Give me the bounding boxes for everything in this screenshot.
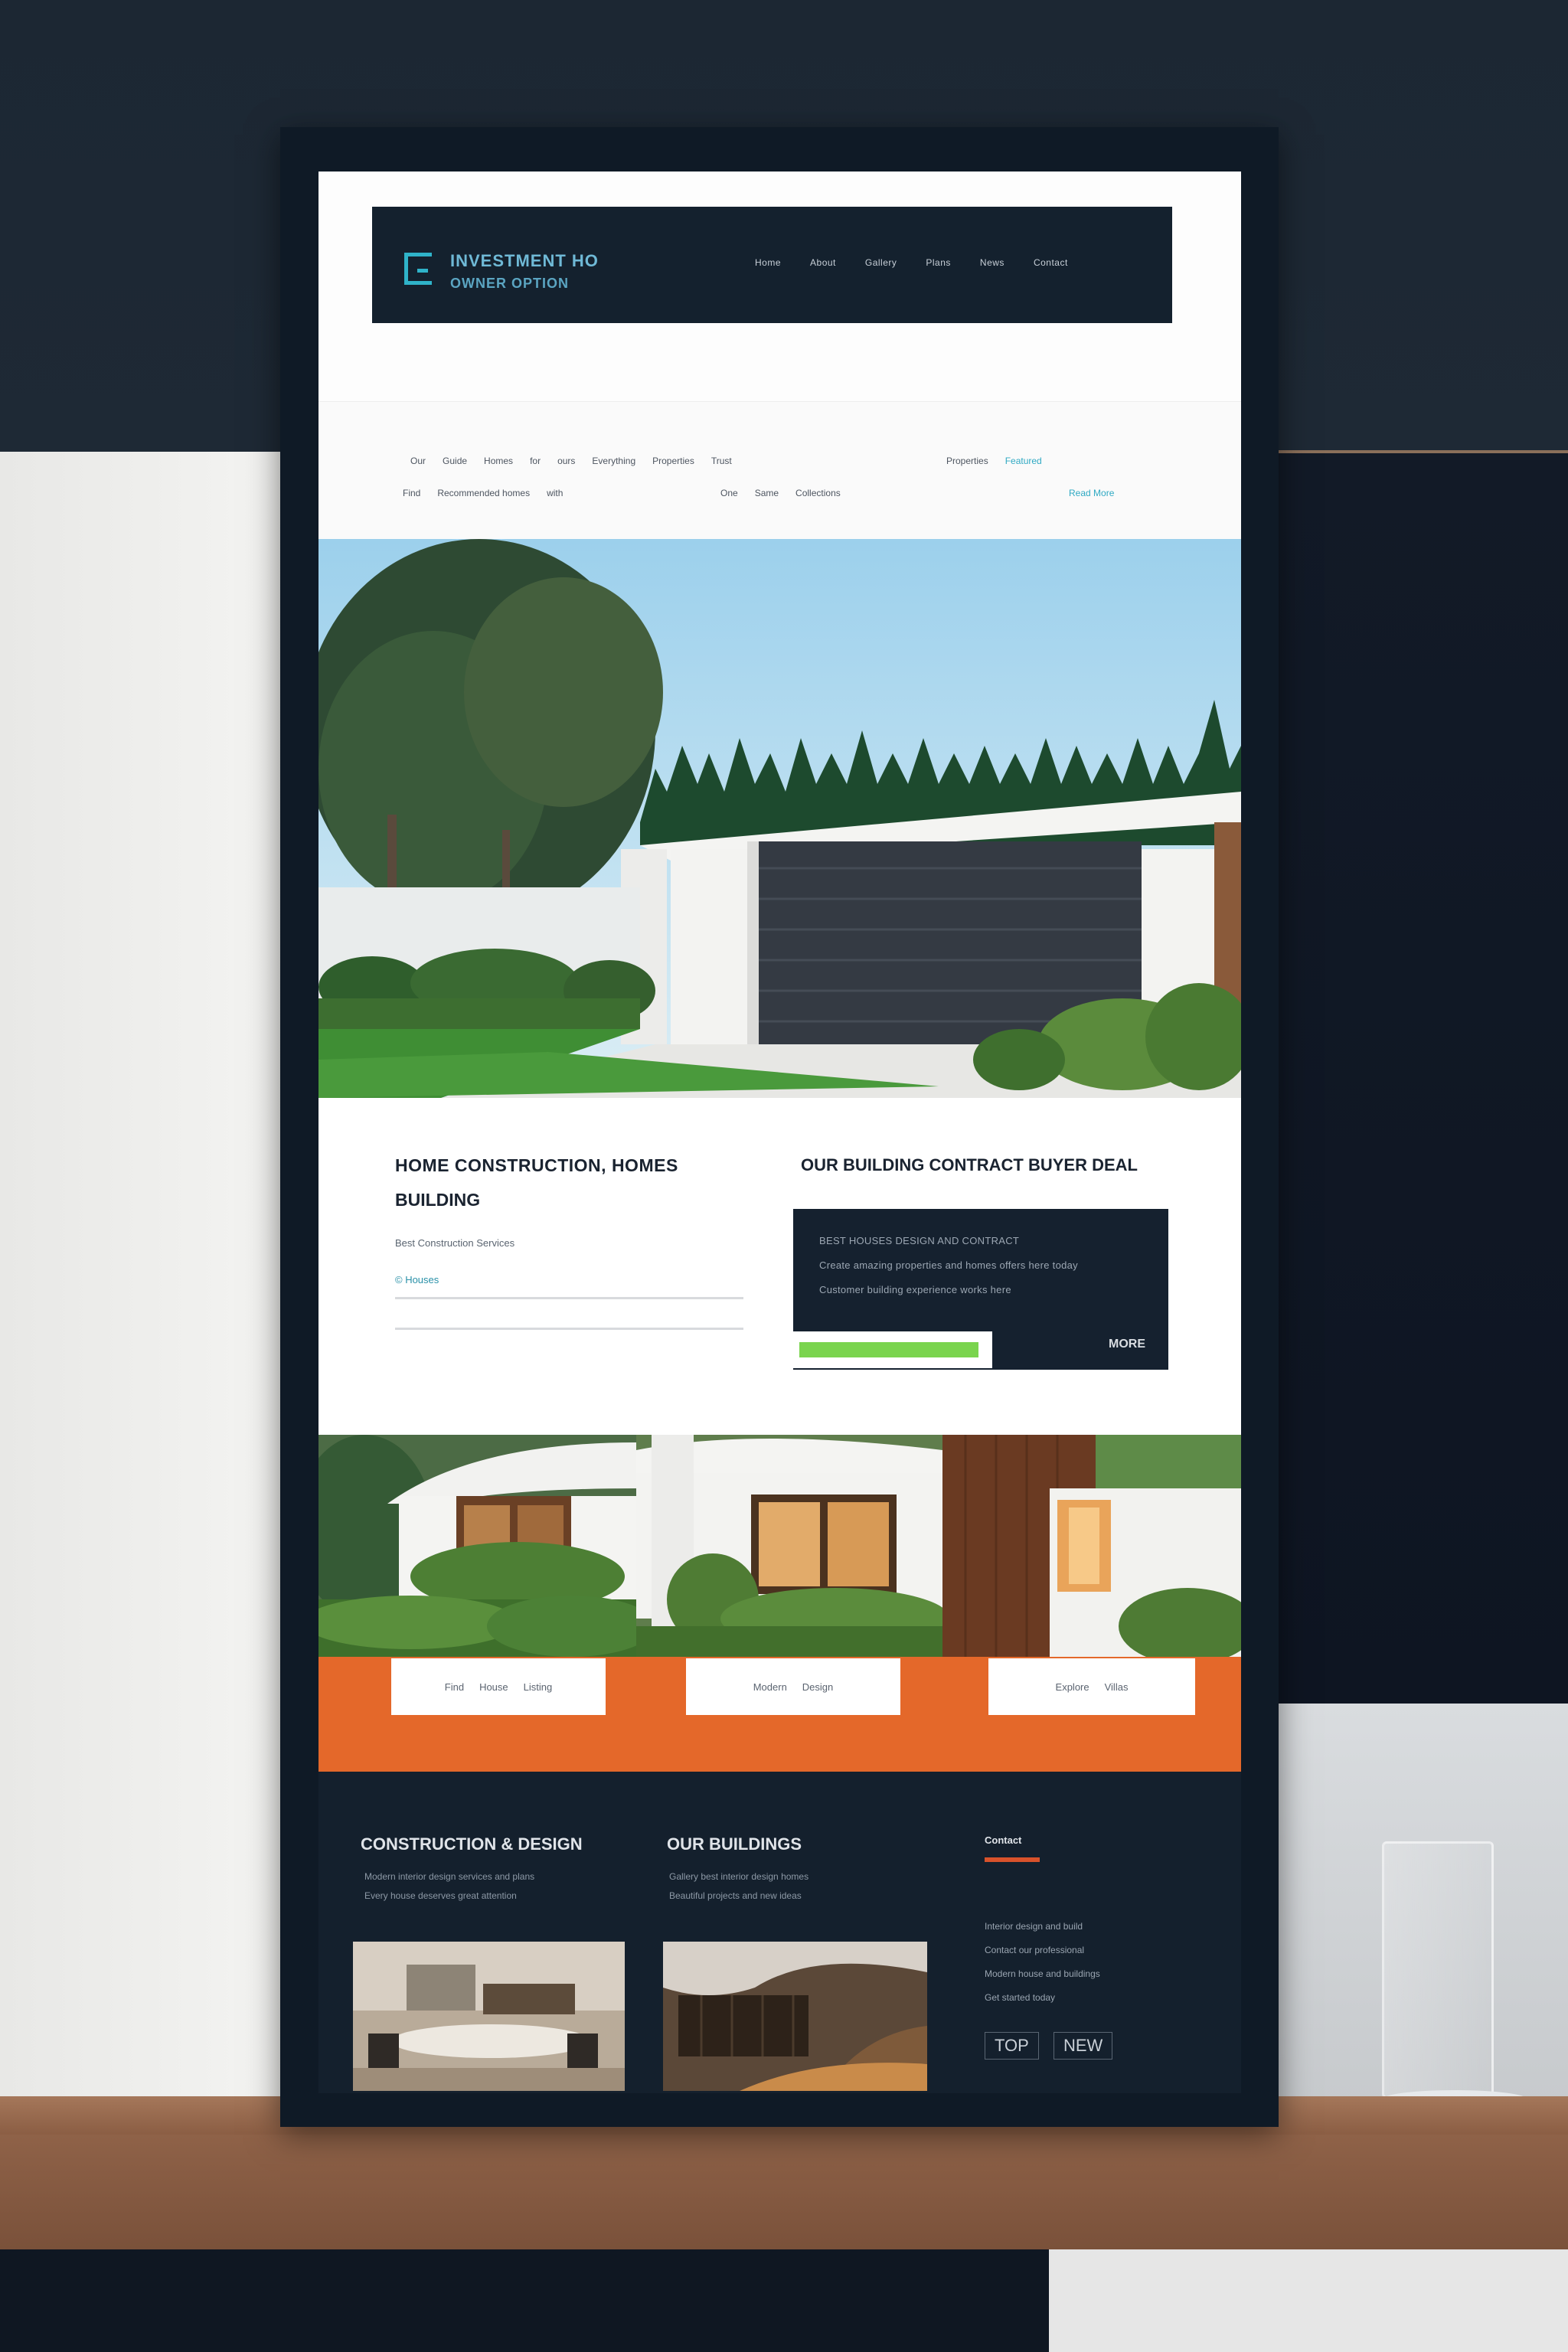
info-row-1-right: Properties Featured <box>946 456 1042 466</box>
footer-col3-text: Interior design and build <box>985 1921 1083 1932</box>
card-image-villa[interactable] <box>942 1435 1241 1657</box>
section-subtitle: Best Construction Services <box>395 1237 515 1249</box>
info-text: Trust <box>710 456 732 466</box>
info-text: with <box>547 488 564 498</box>
nav-item-contact[interactable]: Contact <box>1034 257 1068 268</box>
card-label-text: Villas <box>1104 1681 1129 1693</box>
info-text: ours <box>557 456 576 466</box>
site-header: INVESTMENT HO OWNER OPTION Home About Ga… <box>372 207 1172 323</box>
wooden-shelf-front <box>0 2135 1568 2249</box>
info-row-2-right: Read More <box>1069 488 1114 498</box>
card-label-text: House <box>479 1681 508 1693</box>
promo-text: Customer building experience works here <box>819 1284 1011 1295</box>
nav-item-about[interactable]: About <box>810 257 836 268</box>
footer-col3-text: Modern house and buildings <box>985 1968 1100 1979</box>
info-text: Properties <box>946 456 988 466</box>
glass-object <box>1382 1841 1494 2099</box>
hero-image <box>318 539 1241 1098</box>
footer-col1-text: Modern interior design services and plan… <box>364 1871 535 1882</box>
footer-thumbnail-living[interactable] <box>663 1942 927 2091</box>
footer-col3-text: Get started today <box>985 1992 1056 2003</box>
background-wall-right <box>1271 452 1568 1707</box>
card-label-text: Find <box>444 1681 465 1693</box>
divider <box>395 1328 743 1330</box>
promo-text: BEST HOUSES DESIGN AND CONTRACT <box>819 1235 1020 1246</box>
promo-input-box[interactable] <box>793 1331 992 1368</box>
logo-icon[interactable] <box>404 253 432 285</box>
content-section: HOME CONSTRUCTION, HOMES BUILDING Best C… <box>318 1098 1241 1435</box>
info-text: Properties <box>652 456 694 466</box>
divider <box>395 1297 743 1299</box>
floor-panel <box>1049 2249 1568 2352</box>
info-text: Homes <box>484 456 514 466</box>
card-label-find[interactable]: Find House Listing <box>391 1658 606 1715</box>
promo-card: BEST HOUSES DESIGN AND CONTRACT Create a… <box>793 1209 1168 1370</box>
nav-item-home[interactable]: Home <box>755 257 781 268</box>
promo-text: Create amazing properties and homes offe… <box>819 1259 1078 1271</box>
featured-link[interactable]: Featured <box>1005 456 1042 466</box>
nav-item-plans[interactable]: Plans <box>926 257 951 268</box>
modern-house-illustration <box>636 1435 942 1657</box>
site-footer: CONSTRUCTION & DESIGN Modern interior de… <box>318 1772 1241 2093</box>
info-row-2-mid: One Same Collections <box>720 488 841 498</box>
footer-button-new[interactable]: NEW <box>1054 2032 1113 2060</box>
nav-item-gallery[interactable]: Gallery <box>865 257 897 268</box>
website-screen: INVESTMENT HO OWNER OPTION Home About Ga… <box>318 172 1241 2093</box>
nav-item-news[interactable]: News <box>980 257 1004 268</box>
footer-col3-text: Contact our professional <box>985 1945 1085 1955</box>
hero-house-illustration <box>318 539 1241 1098</box>
section-title: HOME CONSTRUCTION, HOMES <box>395 1155 678 1175</box>
footer-col2-text: Gallery best interior design homes <box>669 1871 809 1882</box>
info-row-2: Find Recommended homes with <box>403 488 563 498</box>
info-text: Recommended homes <box>437 488 531 498</box>
card-label-modern[interactable]: Modern Design <box>686 1658 900 1715</box>
section-title-line2: BUILDING <box>395 1190 481 1210</box>
living-room-illustration <box>663 1942 927 2091</box>
more-button[interactable]: MORE <box>1109 1338 1145 1351</box>
brand-name[interactable]: INVESTMENT HO <box>450 251 599 271</box>
card-image-modern[interactable] <box>636 1435 942 1657</box>
info-strip: Our Guide Homes for ours Everything Prop… <box>318 401 1241 540</box>
info-text: Everything <box>592 456 636 466</box>
info-text: for <box>530 456 541 466</box>
info-row-1: Our Guide Homes for ours Everything Prop… <box>410 456 732 466</box>
card-label-text: Listing <box>523 1681 553 1693</box>
wall-trim <box>1271 450 1568 453</box>
house-illustration <box>318 1435 636 1657</box>
info-text: One <box>720 488 738 498</box>
card-image-house[interactable] <box>318 1435 636 1657</box>
info-text: Same <box>754 488 779 498</box>
card-label-explore[interactable]: Explore Villas <box>988 1658 1195 1715</box>
feature-cards: Find House Listing Modern Design Explore… <box>318 1435 1241 1772</box>
promo-title: OUR BUILDING CONTRACT BUYER DEAL <box>801 1155 1138 1174</box>
footer-col2-title: OUR BUILDINGS <box>667 1834 802 1854</box>
info-text: Our <box>410 456 426 466</box>
footer-button-top[interactable]: TOP <box>985 2032 1039 2060</box>
interior-illustration <box>353 1942 625 2091</box>
footer-thumbnail-interior[interactable] <box>353 1942 625 2091</box>
info-text: Guide <box>443 456 468 466</box>
footer-col1-text: Every house deserves great attention <box>364 1890 517 1901</box>
info-text: Find <box>403 488 421 498</box>
card-label-text: Modern <box>753 1681 787 1693</box>
footer-col1-title: CONSTRUCTION & DESIGN <box>361 1834 583 1854</box>
read-more-link[interactable]: Read More <box>1069 488 1114 498</box>
progress-bar <box>799 1342 978 1357</box>
background-wall-left <box>0 452 291 2098</box>
villa-illustration <box>942 1435 1241 1657</box>
footer-col3-title: Contact <box>985 1834 1022 1846</box>
brand-tagline: OWNER OPTION <box>450 276 569 291</box>
footer-accent-line <box>985 1857 1040 1862</box>
info-text: Collections <box>795 488 841 498</box>
section-meta[interactable]: © Houses <box>395 1274 439 1285</box>
card-label-text: Explore <box>1055 1681 1089 1693</box>
card-label-text: Design <box>802 1681 834 1693</box>
main-nav: Home About Gallery Plans News Contact <box>755 257 1068 268</box>
footer-col2-text: Beautiful projects and new ideas <box>669 1890 802 1901</box>
